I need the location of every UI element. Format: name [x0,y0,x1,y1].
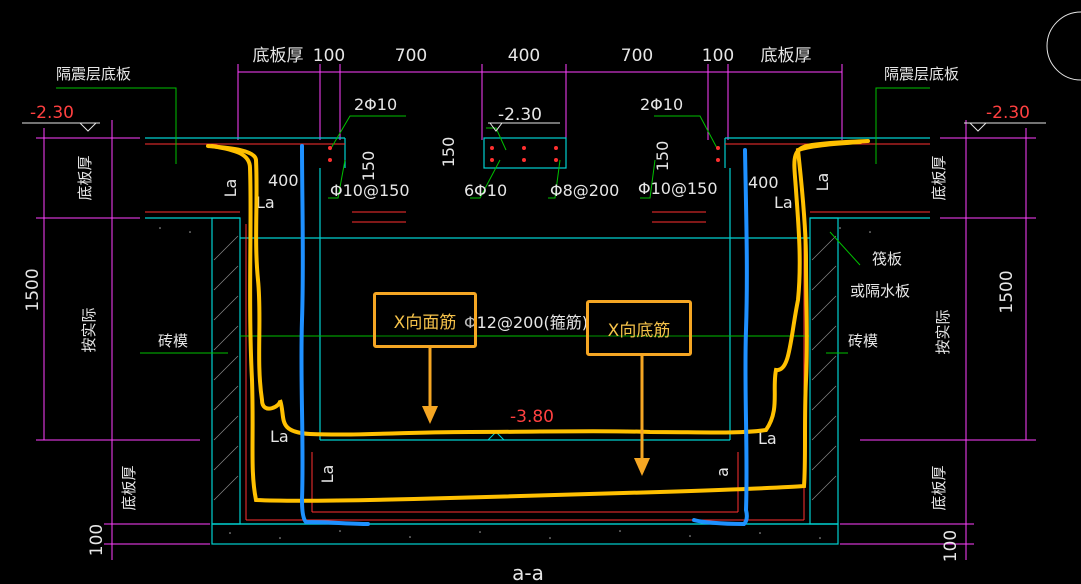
label-isolation-slab-right: 隔震层底板 [884,65,959,83]
bar-6phi10: 6Φ10 [464,181,507,200]
la-vert-right: La [813,173,832,192]
dim-100-left: 100 [313,46,345,66]
la-vert-left: La [221,179,240,198]
elev-left: -2.30 [30,103,74,123]
slab-thk-left-upper: 底板厚 [76,155,94,200]
dim-150-center: 150 [439,137,458,168]
elev-bottom: -3.80 [510,407,554,427]
dim-150-right: 150 [653,141,672,172]
dim-400-right: 400 [748,173,779,192]
dim-100-right-bottom: 100 [941,530,961,562]
la-lower-left: La [318,465,337,484]
waterproof-label: 或隔水板 [850,282,910,300]
dim-400: 400 [508,46,540,66]
dim-700-right: 700 [621,46,653,66]
slab-thk-right-upper: 底板厚 [930,155,948,200]
raft-label: 筏板 [872,250,902,268]
callout-x-bottom-bar-text: X向底筋 [607,320,671,341]
concrete-speckle [159,227,871,539]
elev-center: -2.30 [498,105,542,125]
dim-150-left: 150 [359,151,378,182]
section-drawing: 底板厚 100 700 400 700 100 底板厚 隔震层底板 隔震层底板 … [22,11,1081,584]
callout-x-bottom-bar: X向底筋 [586,300,692,356]
dim-100-right: 100 [702,46,734,66]
top-dimension-chain [237,64,843,140]
dim-400-left: 400 [268,171,299,190]
dim-700-left: 700 [395,46,427,66]
dim-1500-right: 1500 [997,270,1017,313]
stirrup-left: Φ10@150 [330,181,410,200]
section-label: a-a [512,561,544,584]
elev-right: -2.30 [986,103,1030,123]
dim-slab-thk-right: 底板厚 [761,46,812,66]
dim-1500-left: 1500 [23,268,43,311]
slab-thk-right-lower: 底板厚 [930,465,948,510]
bar-2phi10-right: 2Φ10 [640,95,683,114]
dim-100-left-bottom: 100 [87,524,107,556]
bar-phi8: Φ8@200 [550,181,619,200]
per-design-right: 按实际 [934,309,952,354]
stirrup-center: Φ12@200(箍筋) [464,313,588,332]
callout-x-top-bar: X向面筋 [373,292,477,348]
stirrup-right: Φ10@150 [638,179,718,198]
brick-hatch [213,235,837,501]
grid-bubble [1046,11,1081,81]
bar-2phi10-left: 2Φ10 [354,95,397,114]
callout-x-top-bar-text: X向面筋 [393,312,457,333]
cad-drawing-canvas[interactable]: { "dims_top": ["底板厚","100","700","400","… [0,0,1081,584]
la-top-left: La [256,193,275,212]
label-isolation-slab-left: 隔震层底板 [56,65,131,83]
brick-mold-left: 砖模 [158,332,188,350]
dim-slab-thk-left: 底板厚 [253,46,304,66]
brick-mold-right: 砖模 [848,332,878,350]
la-lower-right: a [713,467,732,477]
la-top-right: La [774,193,793,212]
la-bottom-left: La [270,427,289,446]
per-design-left: 按实际 [80,307,98,352]
slab-thk-left-lower: 底板厚 [120,465,138,510]
